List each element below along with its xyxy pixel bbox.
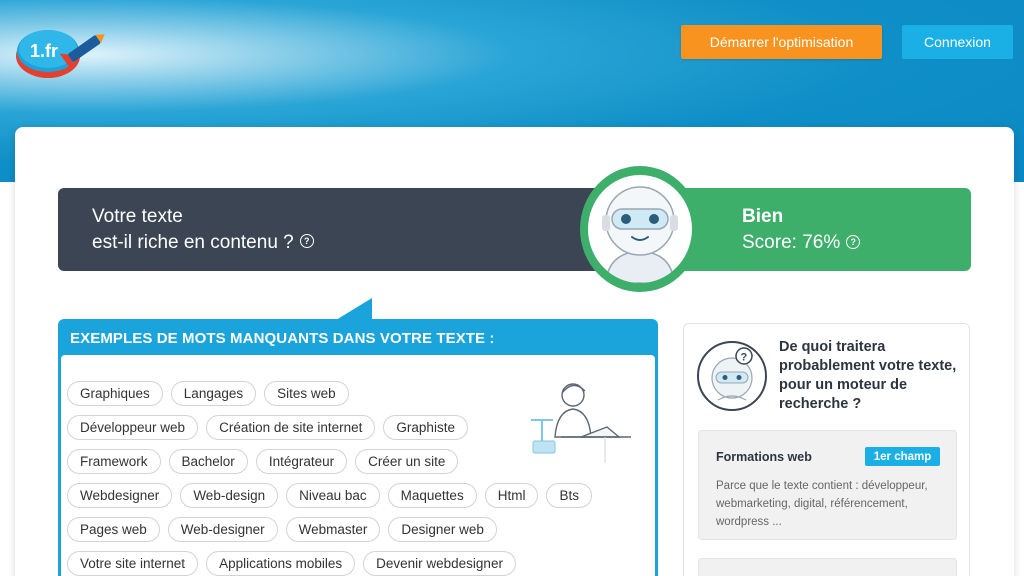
score-value: Score: 76% xyxy=(742,232,841,253)
topic-reason: Parce que le texte contient : développeu… xyxy=(716,480,928,528)
missing-word-tag[interactable]: Applications mobiles xyxy=(206,551,356,576)
site-logo[interactable]: 1.fr xyxy=(10,20,106,84)
topic-card-secondary[interactable] xyxy=(698,558,957,576)
missing-word-tag[interactable]: Niveau bac xyxy=(286,483,380,508)
missing-word-tag[interactable]: Créer un site xyxy=(355,449,459,474)
svg-text:?: ? xyxy=(741,352,748,364)
help-icon[interactable]: ? xyxy=(299,233,314,248)
topic-rank-badge: 1er champ xyxy=(865,447,940,466)
missing-word-tag[interactable]: Web-design xyxy=(180,483,279,508)
missing-word-tag[interactable]: Langages xyxy=(170,381,257,406)
missing-word-tag[interactable]: Webdesigner xyxy=(67,483,173,508)
missing-words-body: Graphiques Langages Sites web Développeu… xyxy=(61,355,655,576)
thinking-robot-icon: ? xyxy=(696,340,768,412)
missing-word-tag[interactable]: Développeur web xyxy=(67,415,199,440)
login-button[interactable]: Connexion xyxy=(902,25,1013,59)
missing-word-tag[interactable]: Graphiste xyxy=(383,415,468,440)
missing-word-tag[interactable]: Designer web xyxy=(388,517,497,542)
missing-word-tag[interactable]: Pages web xyxy=(67,517,160,542)
missing-word-tag[interactable]: Sites web xyxy=(264,381,349,406)
banner-question-line1: Votre texte xyxy=(92,206,183,227)
speech-bubble-tail xyxy=(336,298,372,320)
missing-word-tag[interactable]: Maquettes xyxy=(387,483,477,508)
start-optimization-button[interactable]: Démarrer l'optimisation xyxy=(681,25,882,59)
topic-card[interactable]: Formations web 1er champ Parce que le te… xyxy=(698,430,957,540)
topic-name: Formations web xyxy=(716,450,812,464)
banner-question-line2: est-il riche en contenu ? xyxy=(92,232,294,253)
missing-word-tag[interactable]: Framework xyxy=(67,449,161,474)
topic-question: De quoi traitera probablement votre text… xyxy=(779,339,957,412)
robot-avatar xyxy=(580,166,700,292)
missing-words-title: EXEMPLES DE MOTS MANQUANTS DANS VOTRE TE… xyxy=(70,330,495,347)
topic-prediction-panel: ? De quoi traitera probablement votre te… xyxy=(683,323,970,576)
robot-icon xyxy=(602,186,678,283)
missing-word-tag[interactable]: Devenir webdesigner xyxy=(363,551,516,576)
missing-word-tag[interactable]: Web-designer xyxy=(167,517,278,542)
missing-word-tag[interactable]: Html xyxy=(484,483,539,508)
score-rating: Bien xyxy=(742,206,784,227)
score-help-icon[interactable]: ? xyxy=(846,234,861,249)
person-at-laptop-illustration xyxy=(521,375,641,465)
content-richness-banner: Votre texte est-il riche en contenu ?? xyxy=(58,188,618,271)
tag-row: Votre site internet Applications mobiles… xyxy=(67,551,637,576)
missing-word-tag[interactable]: Webmaster xyxy=(285,517,381,542)
missing-word-tag[interactable]: Bachelor xyxy=(168,449,248,474)
missing-word-tag[interactable]: Votre site internet xyxy=(67,551,199,576)
tag-row: Webdesigner Web-design Niveau bac Maquet… xyxy=(67,483,637,508)
svg-text:1.fr: 1.fr xyxy=(30,41,58,61)
tag-row: Pages web Web-designer Webmaster Designe… xyxy=(67,517,637,542)
missing-word-tag[interactable]: Intégrateur xyxy=(255,449,348,474)
missing-word-tag[interactable]: Graphiques xyxy=(67,381,163,406)
missing-words-panel: EXEMPLES DE MOTS MANQUANTS DANS VOTRE TE… xyxy=(58,319,658,576)
missing-word-tag[interactable]: Bts xyxy=(546,483,592,508)
missing-word-tag[interactable]: Création de site internet xyxy=(206,415,376,440)
